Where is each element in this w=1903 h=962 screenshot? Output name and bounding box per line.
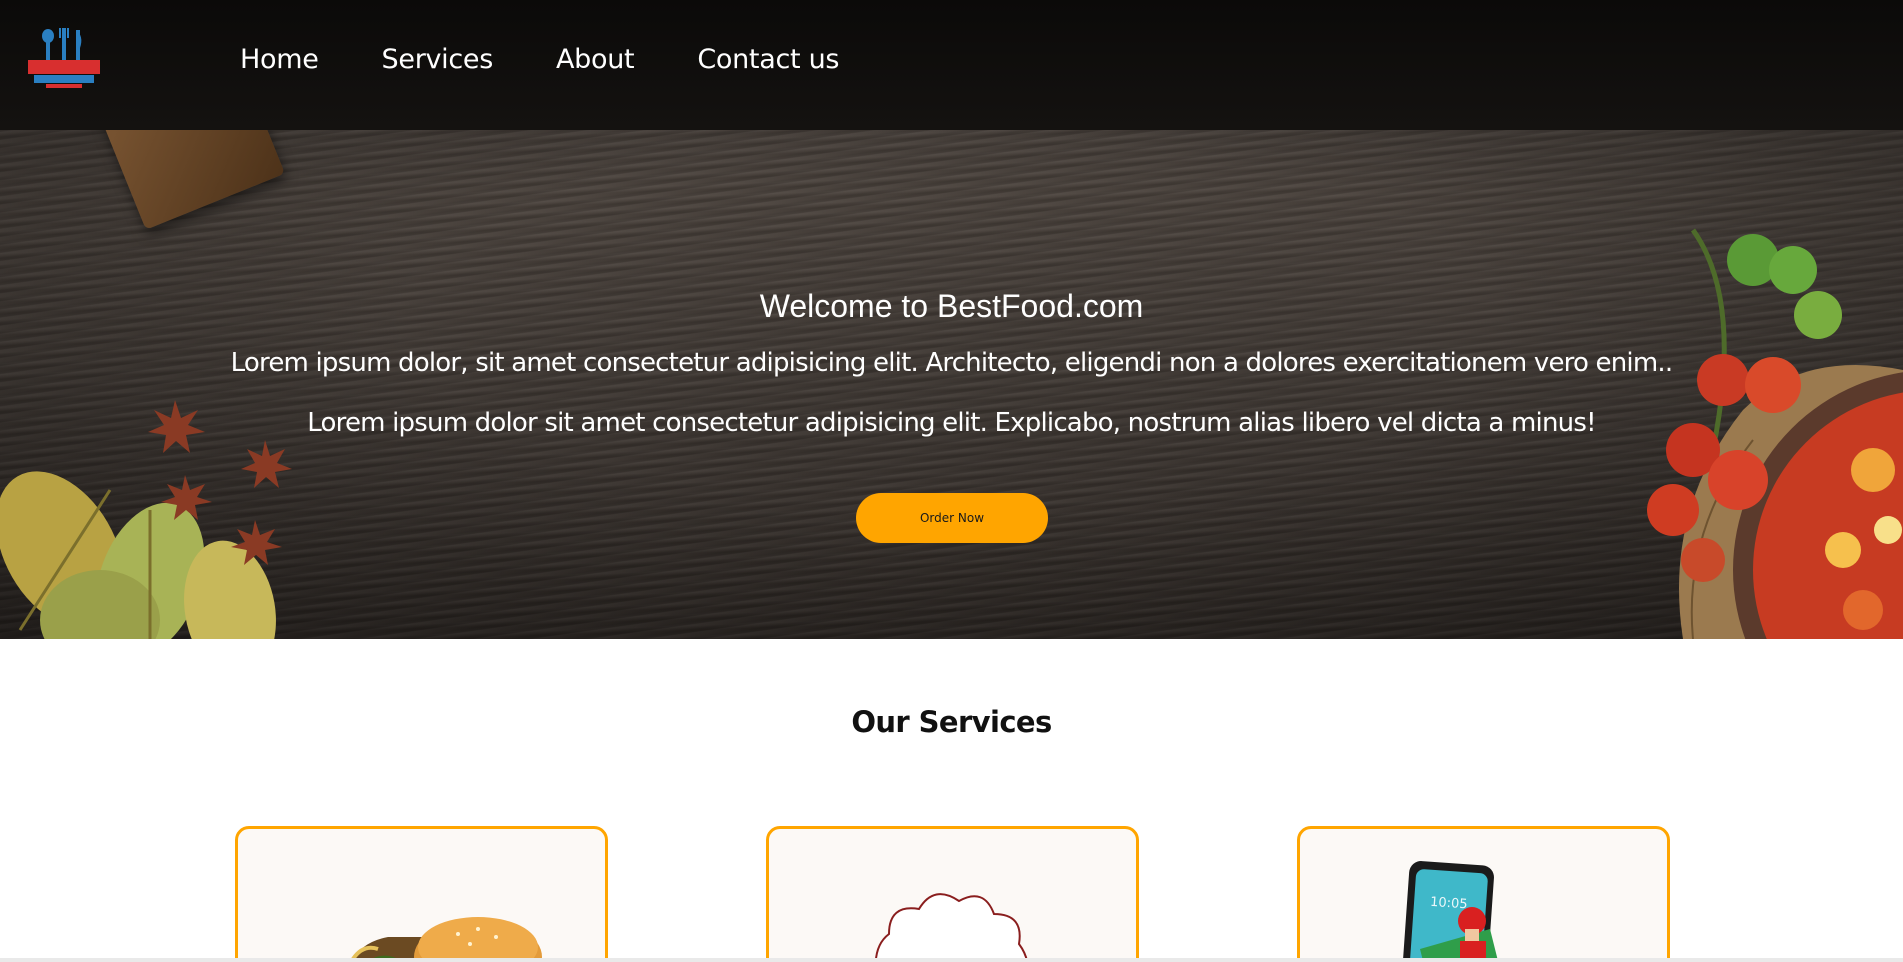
order-now-button[interactable]: Order Now <box>856 493 1048 543</box>
delivery-phone-icon: 10:05 <box>1401 861 1499 962</box>
page: Welcome to BestFood.com Lorem ipsum dolo… <box>0 0 1903 962</box>
logo[interactable] <box>28 28 100 94</box>
tomatoes-pan-icon <box>1647 228 1903 639</box>
chef-icon <box>874 893 1029 962</box>
hero-description-line-2: Lorem ipsum dolor sit amet consectetur a… <box>307 408 1596 438</box>
service-card-chef[interactable] <box>766 826 1139 962</box>
burger-icon <box>350 917 542 962</box>
services-title: Our Services <box>851 705 1052 739</box>
main-nav: Home Services About Contact us <box>240 44 902 75</box>
nav-item-about[interactable]: About <box>556 44 635 75</box>
food-logo-icon <box>28 28 100 88</box>
hero-title: Welcome to BestFood.com <box>759 288 1144 324</box>
bottom-divider <box>0 958 1903 962</box>
service-card-delivery[interactable]: 10:05 <box>1297 826 1670 962</box>
service-card-food[interactable] <box>235 826 608 962</box>
hero-description-line-1: Lorem ipsum dolor, sit amet consectetur … <box>230 348 1673 378</box>
navbar: Home Services About Contact us <box>0 0 1903 130</box>
nav-item-contact-us[interactable]: Contact us <box>697 44 839 75</box>
phone-time: 10:05 <box>1430 895 1468 913</box>
nav-item-home[interactable]: Home <box>240 44 319 75</box>
nav-item-services[interactable]: Services <box>382 44 494 75</box>
